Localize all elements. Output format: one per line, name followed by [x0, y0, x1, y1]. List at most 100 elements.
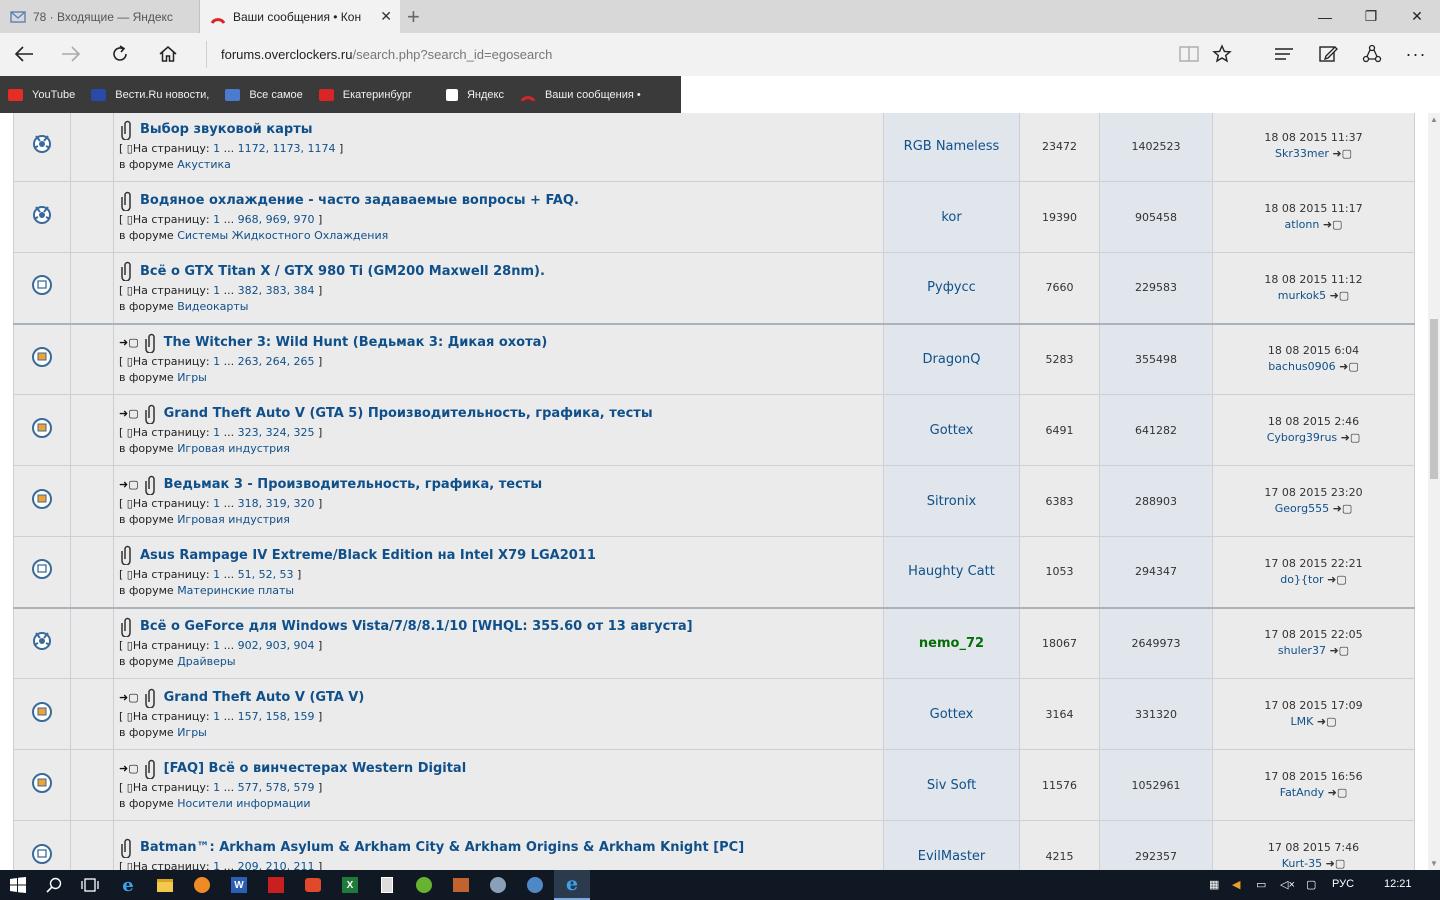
last-pages-links[interactable]: 263, 264, 265 — [238, 355, 315, 368]
favorite-vesti[interactable]: Вести.Ru новости, — [91, 88, 209, 101]
taskbar-app3[interactable] — [480, 870, 516, 900]
hub-button[interactable] — [1268, 39, 1300, 69]
restore-icon[interactable]: ❐ — [1348, 0, 1394, 33]
last-pages-links[interactable]: 577, 578, 579 — [238, 781, 315, 794]
home-button[interactable] — [152, 39, 184, 69]
author-link[interactable]: Руфусс — [927, 280, 976, 295]
forum-link[interactable]: Игры — [177, 371, 207, 384]
tab-messages[interactable]: Ваши сообщения • Кон ✕ — [200, 0, 400, 33]
more-button[interactable]: ··· — [1400, 39, 1432, 69]
forum-link[interactable]: Драйверы — [177, 655, 235, 668]
first-page-link[interactable]: 1 — [213, 142, 220, 155]
last-pages-links[interactable]: 209, 210, 211 — [238, 860, 315, 870]
taskbar-ie[interactable]: e — [110, 870, 146, 900]
go-to-post-icon[interactable]: ➜▢ — [1333, 502, 1353, 515]
last-post-user[interactable]: do}{tor — [1280, 573, 1323, 586]
go-to-post-icon[interactable]: ➜▢ — [1326, 857, 1346, 870]
last-pages-links[interactable]: 382, 383, 384 — [238, 284, 315, 297]
go-to-post-icon[interactable]: ➜▢ — [1332, 147, 1352, 160]
author-link[interactable]: DragonQ — [923, 352, 981, 367]
topic-title-link[interactable]: The Witcher 3: Wild Hunt (Ведьмак 3: Дик… — [164, 335, 548, 350]
tab-inbox[interactable]: 78 · Входящие — Яндекс.Пс — [0, 0, 200, 33]
taskbar-firefox[interactable] — [184, 870, 220, 900]
forum-link[interactable]: Носители информации — [177, 797, 310, 810]
refresh-button[interactable] — [104, 39, 136, 69]
go-to-post-icon[interactable]: ➜▢ — [1323, 218, 1343, 231]
close-tab-icon[interactable]: ✕ — [380, 8, 392, 25]
forward-button[interactable] — [55, 39, 87, 69]
start-button[interactable] — [0, 870, 36, 900]
share-button[interactable] — [1356, 39, 1388, 69]
alert-icon[interactable]: ◀ — [1232, 878, 1240, 891]
last-post-user[interactable]: Georg555 — [1275, 502, 1329, 515]
author-link[interactable]: EvilMaster — [918, 849, 986, 864]
keyboard-icon[interactable]: ▦ — [1209, 878, 1219, 891]
go-to-post-icon[interactable]: ➜▢ — [1330, 289, 1350, 302]
first-page-link[interactable]: 1 — [213, 781, 220, 794]
new-posts-icon[interactable]: ➜▢ — [119, 478, 139, 491]
go-to-post-icon[interactable]: ➜▢ — [1341, 431, 1361, 444]
taskbar-app4[interactable] — [517, 870, 553, 900]
language-indicator[interactable]: РУС — [1332, 878, 1354, 890]
favorite-e1[interactable]: Екатеринбург — [318, 88, 412, 101]
taskbar-excel[interactable]: X — [332, 870, 368, 900]
first-page-link[interactable]: 1 — [213, 426, 220, 439]
first-page-link[interactable]: 1 — [213, 355, 220, 368]
last-pages-links[interactable]: 323, 324, 325 — [238, 426, 315, 439]
author-link[interactable]: Siv Soft — [927, 778, 976, 793]
notifications-icon[interactable]: ▢ — [1306, 878, 1316, 891]
go-to-post-icon[interactable]: ➜▢ — [1317, 715, 1337, 728]
last-pages-links[interactable]: 51, 52, 53 — [238, 568, 294, 581]
topic-title-link[interactable]: Grand Theft Auto V (GTA V) — [164, 690, 365, 705]
author-link[interactable]: Gottex — [930, 707, 974, 722]
taskbar-word[interactable]: W — [221, 870, 257, 900]
favorite-vse[interactable]: Все самое — [225, 88, 303, 101]
go-to-post-icon[interactable]: ➜▢ — [1329, 644, 1349, 657]
last-pages-links[interactable]: 902, 903, 904 — [238, 639, 315, 652]
taskbar-app[interactable] — [295, 870, 331, 900]
scroll-up-icon[interactable]: ▲ — [1428, 115, 1440, 124]
favorite-youtube[interactable]: YouTube — [8, 88, 75, 101]
reading-view-button[interactable] — [1173, 39, 1205, 69]
first-page-link[interactable]: 1 — [213, 710, 220, 723]
last-post-user[interactable]: Cyborg39rus — [1267, 431, 1337, 444]
vertical-scrollbar[interactable]: ▲ ▼ — [1428, 113, 1440, 870]
topic-title-link[interactable]: Водяное охлаждение - часто задаваемые во… — [140, 193, 579, 208]
forum-link[interactable]: Системы Жидкостного Охлаждения — [177, 229, 388, 242]
topic-title-link[interactable]: Ведьмак 3 - Производительность, графика,… — [164, 477, 542, 492]
last-pages-links[interactable]: 1172, 1173, 1174 — [238, 142, 336, 155]
taskbar-edge[interactable]: e — [554, 870, 590, 900]
last-pages-links[interactable]: 968, 969, 970 — [238, 213, 315, 226]
back-button[interactable] — [8, 39, 40, 69]
close-window-icon[interactable]: ✕ — [1394, 0, 1440, 33]
scrollbar-thumb[interactable] — [1430, 319, 1438, 479]
clock[interactable]: 12:21 — [1384, 878, 1412, 890]
author-link[interactable]: Haughty Catt — [908, 564, 995, 579]
go-to-post-icon[interactable]: ➜▢ — [1339, 360, 1359, 373]
go-to-post-icon[interactable]: ➜▢ — [1327, 573, 1347, 586]
web-note-button[interactable] — [1312, 39, 1344, 69]
forum-link[interactable]: Акустика — [177, 158, 231, 171]
forum-link[interactable]: Игровая индустрия — [177, 513, 290, 526]
taskbar-explorer[interactable] — [147, 870, 183, 900]
first-page-link[interactable]: 1 — [213, 213, 220, 226]
topic-title-link[interactable]: Grand Theft Auto V (GTA 5) Производитель… — [164, 406, 653, 421]
search-button[interactable] — [36, 870, 72, 900]
author-link[interactable]: Sitronix — [927, 494, 977, 509]
new-posts-icon[interactable]: ➜▢ — [119, 762, 139, 775]
favorite-yandex[interactable]: Яндекс — [445, 88, 504, 101]
last-post-user[interactable]: Skr33mer — [1275, 147, 1329, 160]
go-to-post-icon[interactable]: ➜▢ — [1328, 786, 1348, 799]
new-posts-icon[interactable]: ➜▢ — [119, 691, 139, 704]
taskbar-calculator[interactable] — [369, 870, 405, 900]
scroll-down-icon[interactable]: ▼ — [1428, 859, 1440, 868]
forum-link[interactable]: Видеокарты — [177, 300, 248, 313]
favorite-button[interactable] — [1206, 39, 1238, 69]
minimize-icon[interactable]: — — [1302, 0, 1348, 33]
last-post-user[interactable]: FatAndy — [1280, 786, 1324, 799]
favorite-messages[interactable]: Ваши сообщения • — [520, 89, 641, 101]
forum-link[interactable]: Игровая индустрия — [177, 442, 290, 455]
topic-title-link[interactable]: Всё о GeForce для Windows Vista/7/8/8.1/… — [140, 619, 693, 634]
topic-title-link[interactable]: Asus Rampage IV Extreme/Black Edition на… — [140, 548, 596, 563]
last-pages-links[interactable]: 318, 319, 320 — [238, 497, 315, 510]
